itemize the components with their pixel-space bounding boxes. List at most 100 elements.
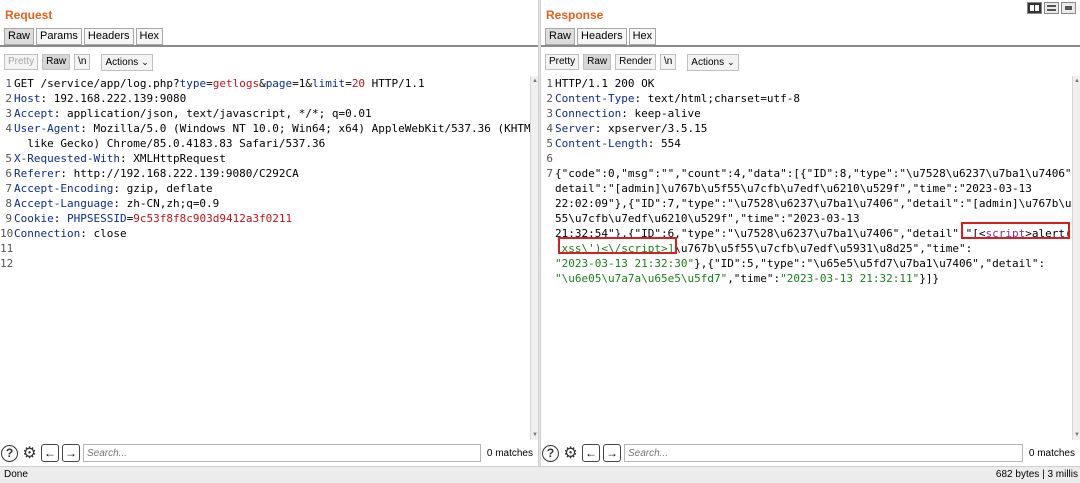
request-actions-button[interactable]: Actions ⌄	[101, 53, 153, 71]
line-number: 12	[0, 257, 14, 270]
line-number: 3	[5, 107, 12, 120]
line-text: Host: 192.168.222.139:9080	[14, 91, 530, 106]
request-pretty-button[interactable]: Pretty	[4, 54, 39, 70]
response-render-button[interactable]: Render	[615, 54, 656, 70]
scroll-down-icon[interactable]: ▼	[1073, 432, 1080, 438]
code-token: : 554	[647, 137, 681, 150]
line-text: GET /service/app/log.php?type=getlogs&pa…	[14, 76, 530, 91]
gear-icon: ⚙	[22, 444, 37, 462]
request-tabs: Raw Params Headers Hex	[4, 28, 164, 45]
code-token: 55\u7cfb\u7edf\u6210\u529f","time":"2023…	[555, 212, 860, 225]
code-token: Content-Type	[555, 92, 635, 105]
request-title: Request	[5, 8, 53, 22]
chevron-down-icon: ⌄	[727, 56, 735, 67]
next-match-button[interactable]: →	[62, 444, 80, 462]
scroll-up-icon[interactable]: ▲	[1073, 78, 1080, 84]
code-token: =	[345, 77, 352, 90]
response-pretty-button[interactable]: Pretty	[545, 54, 580, 70]
code-token: :	[53, 212, 67, 225]
settings-button[interactable]: ⚙	[562, 445, 579, 462]
line-number: 5	[5, 152, 12, 165]
line-text: {"code":0,"msg":"","count":4,"data":[{"I…	[555, 166, 1073, 181]
code-line: 6 Referer: http://192.168.222.139:9080/C2…	[0, 166, 530, 181]
code-token: Connection	[14, 227, 81, 240]
code-token: : 192.168.222.139:9080	[40, 92, 187, 105]
response-tab-headers[interactable]: Headers	[577, 28, 627, 45]
response-editor[interactable]: 1 HTTP/1.1 200 OK 2 Content-Type: text/html…	[541, 76, 1073, 440]
request-scrollbar[interactable]: ▲ ▼	[530, 76, 538, 440]
code-token: Server	[555, 122, 595, 135]
line-number: 4	[5, 122, 12, 135]
response-tab-raw[interactable]: Raw	[545, 28, 576, 45]
code-token: X-Requested-With	[14, 152, 120, 165]
code-token: 'xss\')<\/script>]	[555, 242, 675, 255]
line-number	[0, 136, 14, 151]
code-token: : gzip, deflate	[113, 182, 213, 195]
help-button[interactable]: ?	[1, 444, 18, 462]
request-pane: Request Raw Params Headers Hex Pretty Ra…	[0, 0, 538, 466]
code-line: 12	[0, 256, 530, 271]
line-number: 3	[546, 107, 553, 120]
code-token: : http://192.168.222.139:9080/C292CA	[60, 167, 299, 180]
response-tab-hex[interactable]: Hex	[628, 28, 657, 45]
request-raw-button[interactable]: Raw	[42, 54, 71, 70]
help-button[interactable]: ?	[542, 444, 559, 462]
code-token: Referer	[14, 167, 61, 180]
line-text: 21:32:54"},{"ID":6,"type":"\u7528\u6237\…	[555, 226, 1073, 241]
layout-single-icon[interactable]	[1061, 2, 1076, 14]
request-tab-params[interactable]: Params	[36, 28, 82, 45]
request-newline-button[interactable]: \n	[74, 54, 91, 70]
line-number	[541, 256, 555, 271]
previous-match-button[interactable]: ←	[41, 444, 59, 462]
code-token: &	[259, 77, 266, 90]
layout-stacked-icon[interactable]	[1044, 2, 1059, 14]
request-search-bar: ? ⚙ ← → 0 matches	[0, 442, 538, 464]
request-search-input[interactable]	[83, 444, 481, 462]
code-token: detail":"[admin]\u767b\u5f55\u7cfb\u7edf…	[555, 182, 1032, 195]
line-text: "2023-03-13 21:32:30"},{"ID":5,"type":"\…	[555, 256, 1073, 271]
request-tab-hex[interactable]: Hex	[135, 28, 164, 45]
code-line: 10 Connection: close	[0, 226, 530, 241]
line-number	[541, 271, 555, 286]
response-newline-button[interactable]: \n	[659, 54, 677, 70]
request-editor[interactable]: 1 GET /service/app/log.php?type=getlogs&p…	[0, 76, 530, 440]
line-text	[14, 256, 530, 271]
response-toolbar: Pretty Raw Render \n Actions ⌄	[545, 53, 739, 71]
line-text	[555, 151, 1073, 166]
request-tab-raw[interactable]: Raw	[4, 28, 35, 45]
line-text: Content-Type: text/html;charset=utf-8	[555, 91, 1073, 106]
code-line: 22:02:09"},{"ID":7,"type":"\u7528\u6237\…	[541, 196, 1073, 211]
request-tab-headers[interactable]: Headers	[83, 28, 134, 45]
code-token: 9c53f8f8c903d9412a3f0211	[133, 212, 293, 225]
code-token: "2023-03-13 21:32:11"	[780, 272, 920, 285]
code-token: : Mozilla/5.0 (Windows NT 10.0; Win64; x…	[80, 122, 530, 135]
layout-side-by-side-icon[interactable]	[1027, 2, 1042, 14]
chevron-down-icon: ⌄	[141, 56, 149, 67]
response-actions-button[interactable]: Actions ⌄	[687, 53, 739, 71]
code-line: 5 X-Requested-With: XMLHttpRequest	[0, 151, 530, 166]
line-number	[541, 241, 555, 256]
response-search-input[interactable]	[624, 444, 1023, 462]
code-line: 6	[541, 151, 1073, 166]
line-text: 55\u7cfb\u7edf\u6210\u529f","time":"2023…	[555, 211, 1073, 226]
code-line: 7 Accept-Encoding: gzip, deflate	[0, 181, 530, 196]
code-token: : application/json, text/javascript, */*…	[53, 107, 372, 120]
code-line: 1 GET /service/app/log.php?type=getlogs&p…	[0, 76, 530, 91]
code-token: script	[985, 227, 1026, 240]
settings-button[interactable]: ⚙	[21, 445, 38, 462]
line-text: Cookie: PHPSESSID=9c53f8f8c903d9412a3f02…	[14, 211, 530, 226]
previous-match-button[interactable]: ←	[582, 444, 600, 462]
code-token: : text/html;charset=utf-8	[634, 92, 801, 105]
code-token: },{"ID":5,"type":"\u65e5\u5fd7\u7ba1\u74…	[694, 257, 1046, 270]
line-text: X-Requested-With: XMLHttpRequest	[14, 151, 530, 166]
line-number: 6	[546, 152, 553, 165]
help-icon: ?	[542, 444, 559, 462]
status-bar: Done 682 bytes | 3 millis	[0, 466, 1080, 483]
line-text: Connection: keep-alive	[555, 106, 1073, 121]
code-token: >alert(\	[1025, 227, 1073, 240]
line-text: Accept-Encoding: gzip, deflate	[14, 181, 530, 196]
response-scrollbar[interactable]: ▲ ▼	[1072, 76, 1080, 440]
code-token: 22:02:09"},{"ID":7,"type":"\u7528\u6237\…	[555, 197, 1073, 210]
response-raw-button[interactable]: Raw	[583, 54, 612, 70]
next-match-button[interactable]: →	[603, 444, 621, 462]
